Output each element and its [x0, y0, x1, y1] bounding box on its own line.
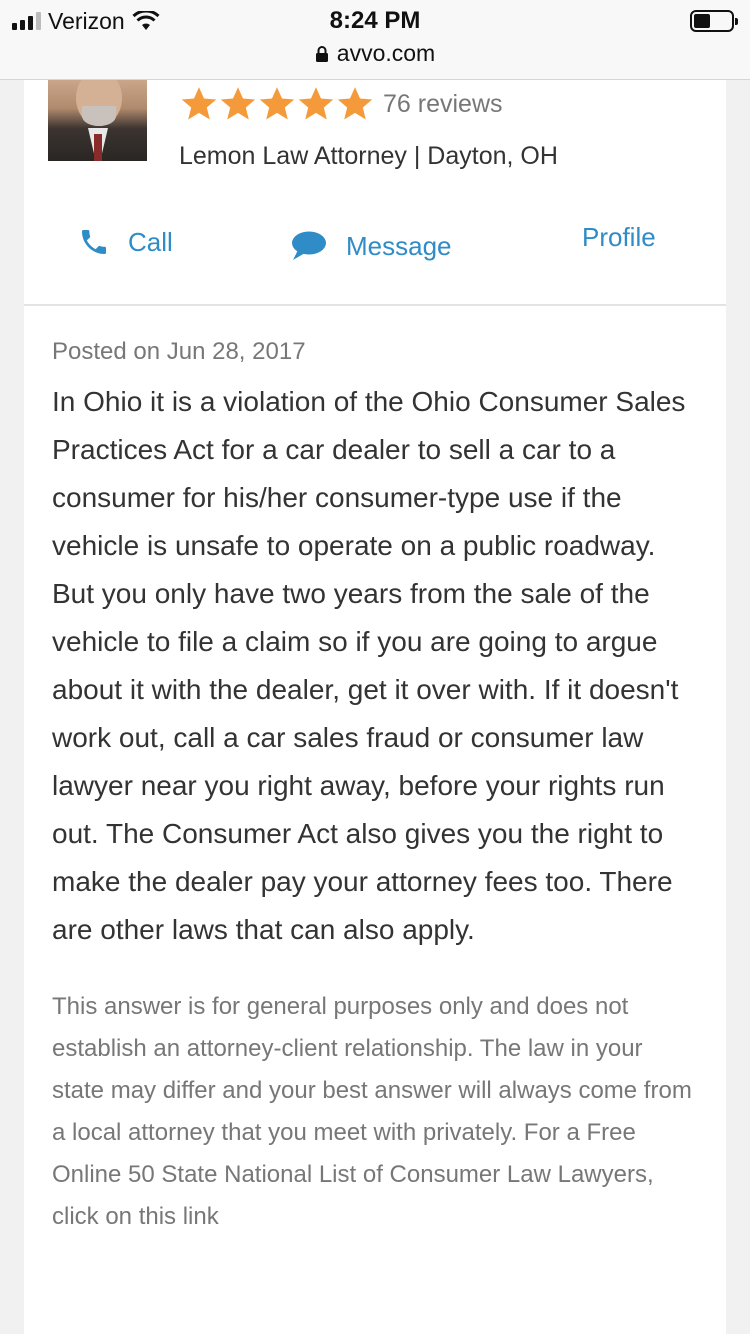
posted-date: Posted on Jun 28, 2017: [52, 338, 306, 365]
profile-button[interactable]: Profile: [582, 222, 656, 253]
url-text: avvo.com: [336, 40, 436, 66]
chat-bubble-icon: [292, 231, 326, 260]
profile-label: Profile: [582, 222, 656, 252]
call-button[interactable]: Call: [78, 226, 173, 258]
attorney-photo[interactable]: [48, 80, 147, 161]
star-icon: [181, 87, 217, 120]
star-icon: [220, 87, 256, 120]
address-bar[interactable]: avvo.com: [0, 40, 750, 67]
answer-disclaimer: This answer is for general purposes only…: [52, 993, 692, 1230]
lock-icon: [315, 45, 328, 62]
star-icon: [259, 87, 295, 120]
call-label: Call: [128, 226, 173, 257]
battery-icon: [690, 10, 738, 32]
star-icon: [337, 87, 373, 120]
phone-icon: [82, 230, 106, 254]
message-button[interactable]: Message: [290, 230, 452, 262]
message-label: Message: [346, 230, 452, 261]
status-bar: Verizon 8:24 PM avvo.com: [0, 0, 750, 80]
answer-body: In Ohio it is a violation of the Ohio Co…: [52, 386, 686, 945]
attorney-practice-location: Lemon Law Attorney | Dayton, OH: [179, 142, 558, 170]
clock: 8:24 PM: [329, 7, 421, 34]
reviews-link[interactable]: 76 reviews: [383, 90, 503, 119]
answer-card: Posted on Jun 28, 2017 In Ohio it is a v…: [24, 306, 726, 1334]
star-icon: [298, 87, 334, 120]
rating: 76 reviews: [180, 86, 503, 122]
attorney-card: 76 reviews Lemon Law Attorney | Dayton, …: [24, 80, 726, 306]
